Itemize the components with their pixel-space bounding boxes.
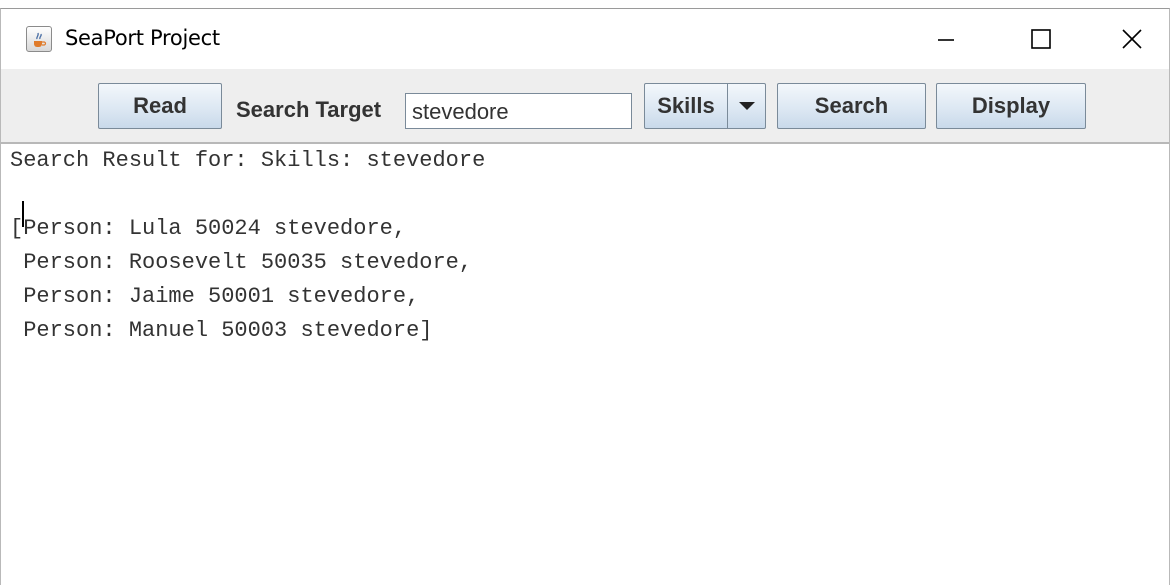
search-input[interactable] (405, 93, 632, 129)
output-line: Person: Roosevelt 50035 stevedore, (10, 250, 473, 275)
title-bar[interactable]: SeaPort Project (1, 9, 1169, 69)
maximize-icon (1031, 29, 1051, 49)
toolbar: Read Search Target Skills Search Display (1, 69, 1169, 144)
close-button[interactable] (1087, 9, 1169, 69)
output-line: Search Result for: Skills: stevedore (10, 148, 486, 173)
minimize-icon (938, 39, 954, 41)
output-line: [Person: Lula 50024 stevedore, (10, 216, 407, 241)
output-line: Person: Jaime 50001 stevedore, (10, 284, 420, 309)
chevron-down-icon (738, 102, 755, 110)
output-line: Person: Manuel 50003 stevedore] (10, 318, 433, 343)
minimize-button[interactable] (901, 9, 991, 69)
window-title: SeaPort Project (65, 26, 220, 50)
dropdown-arrow-button[interactable] (728, 84, 765, 128)
output-text-area[interactable]: Search Result for: Skills: stevedore [Pe… (1, 144, 1169, 585)
text-caret (22, 201, 24, 227)
search-target-label: Search Target (236, 97, 382, 122)
search-button[interactable]: Search (777, 83, 926, 129)
dropdown-selected-value: Skills (645, 84, 728, 128)
read-button[interactable]: Read (98, 83, 222, 129)
app-window: SeaPort Project Read Search Target Skill… (0, 8, 1170, 585)
maximize-button[interactable] (996, 9, 1086, 69)
java-cup-icon (26, 26, 52, 52)
search-type-dropdown[interactable]: Skills (644, 83, 766, 129)
display-button[interactable]: Display (936, 83, 1086, 129)
close-icon (1122, 29, 1142, 49)
